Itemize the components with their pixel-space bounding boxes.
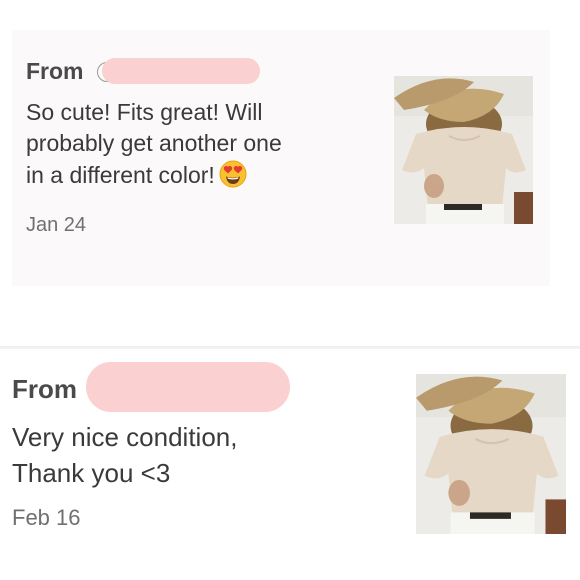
product-photo-image (416, 374, 566, 534)
review-date: Feb 16 (12, 505, 81, 530)
product-photo-image (394, 76, 533, 224)
redacted-username (102, 58, 260, 84)
review-from-label: From (12, 374, 77, 404)
review-text-line: Very nice condition, (12, 422, 238, 452)
review-date: Jan 24 (26, 214, 87, 236)
divider (0, 346, 580, 349)
review-text: So cute! Fits great! Will probably get a… (26, 97, 282, 196)
review-text: Very nice condition, Thank you <3 (12, 420, 237, 492)
product-photo[interactable] (394, 76, 533, 224)
review-from-label: From (26, 58, 84, 84)
review-text-line: Thank you <3 (12, 457, 171, 488)
redacted-username (86, 362, 290, 412)
review-text-line: So cute! Fits great! Will (26, 99, 263, 125)
heart-eyes-emoji-icon (219, 160, 247, 196)
review-text-line: in a different color! (26, 160, 282, 196)
review-text-line: probably get another one (26, 130, 282, 157)
product-photo[interactable] (416, 374, 566, 534)
